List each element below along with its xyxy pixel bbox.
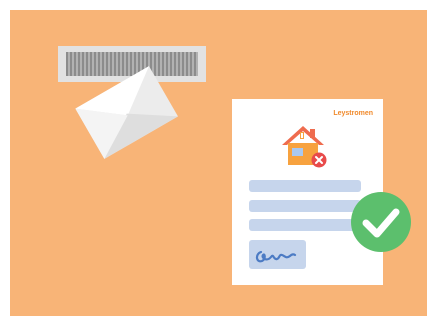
check-circle-icon [351, 192, 411, 252]
envelope-icon [75, 66, 178, 159]
text-line-placeholder [249, 180, 361, 192]
signature-icon [255, 250, 297, 263]
brand-logo: Leystromen [333, 110, 373, 117]
close-circle-icon [311, 152, 327, 168]
text-line-placeholder [249, 200, 361, 212]
text-line-placeholder [249, 219, 361, 231]
signature-box [249, 240, 306, 269]
